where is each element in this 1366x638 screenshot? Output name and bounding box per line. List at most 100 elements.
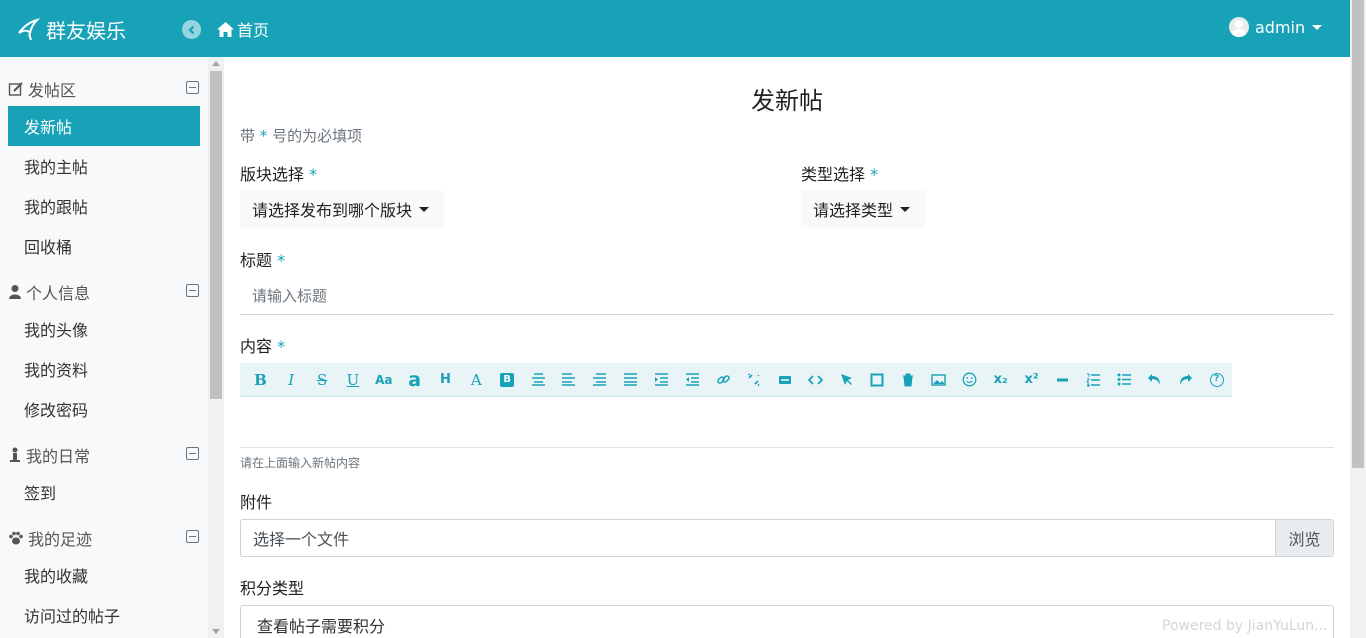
clear-format-icon[interactable] <box>893 367 924 393</box>
type-label: 类型选择 * <box>801 161 878 185</box>
edit-icon <box>8 82 23 96</box>
required-note: 带 * 号的为必填项 <box>240 125 362 146</box>
section-title: 我的日常 <box>26 447 91 466</box>
collapse-icon[interactable] <box>186 447 199 460</box>
italic-icon[interactable]: I <box>276 367 307 393</box>
user-menu[interactable]: admin <box>1229 17 1323 37</box>
section-title: 个人信息 <box>26 284 91 303</box>
sidebar-item-checkin[interactable]: 签到 <box>8 472 200 512</box>
home-icon <box>217 21 234 37</box>
type-select-value: 请选择类型 <box>813 201 894 220</box>
undo-icon[interactable] <box>1139 367 1170 393</box>
sidebar-section-profile[interactable]: 个人信息 <box>8 280 90 304</box>
scrollbar-thumb[interactable] <box>1352 0 1364 468</box>
sidebar-section-daily[interactable]: 我的日常 <box>8 443 90 467</box>
sidebar-item-recycle-bin[interactable]: 回收桶 <box>8 226 200 266</box>
page-scrollbar[interactable] <box>1350 0 1366 638</box>
background-color-icon[interactable]: B <box>492 367 523 393</box>
sidebar-item-profile[interactable]: 我的资料 <box>8 349 200 389</box>
collapse-icon[interactable] <box>186 530 199 543</box>
redo-icon[interactable] <box>1170 367 1201 393</box>
attachment-label: 附件 <box>240 493 273 512</box>
sidebar-item-avatar[interactable]: 我的头像 <box>8 309 200 349</box>
required-star: * <box>870 165 879 184</box>
font-color-icon[interactable]: A <box>461 367 492 393</box>
unlink-icon[interactable] <box>739 367 770 393</box>
board-select-value: 请选择发布到哪个版块 <box>252 201 413 220</box>
scroll-down-icon[interactable] <box>212 629 220 634</box>
align-left-icon[interactable] <box>553 367 584 393</box>
font-size-icon[interactable]: Aa <box>368 367 399 393</box>
heading-icon[interactable]: H <box>430 367 461 393</box>
required-star: * <box>277 337 286 356</box>
align-right-icon[interactable] <box>584 367 615 393</box>
help-glyph: ? <box>1209 372 1224 387</box>
sidebar-item-change-password[interactable]: 修改密码 <box>8 389 200 429</box>
image-icon[interactable] <box>924 367 955 393</box>
editor-area[interactable] <box>240 447 1334 448</box>
sidebar-toggle-button[interactable] <box>182 20 201 39</box>
superscript-icon[interactable]: x² <box>1016 367 1047 393</box>
code-icon[interactable] <box>800 367 831 393</box>
sidebar-item-new-post[interactable]: 发新帖 <box>8 106 200 146</box>
user-icon <box>9 285 21 299</box>
board-label: 版块选择 * <box>240 161 317 185</box>
sidebar-scrollbar[interactable] <box>208 57 224 638</box>
help-icon[interactable]: ? <box>1201 367 1232 393</box>
file-input[interactable]: 选择一个文件 浏览 <box>240 519 1334 557</box>
indent-icon[interactable] <box>646 367 677 393</box>
horizontal-rule-icon[interactable] <box>769 367 800 393</box>
subscript-icon[interactable]: x₂ <box>985 367 1016 393</box>
bold-icon[interactable]: B <box>245 367 276 393</box>
username: admin <box>1255 17 1306 37</box>
note-suffix: 号的为必填项 <box>272 127 363 145</box>
pointer-icon[interactable] <box>831 367 862 393</box>
watermark: Powered by JianYuLun... <box>1162 618 1328 634</box>
outdent-icon[interactable] <box>677 367 708 393</box>
caret-down-icon <box>900 206 911 212</box>
subject-label: 标题 * <box>240 247 285 271</box>
browse-button[interactable]: 浏览 <box>1275 520 1333 556</box>
emoji-icon[interactable] <box>954 367 985 393</box>
sidebar-item-my-replies[interactable]: 我的跟帖 <box>8 186 200 226</box>
caret-down-icon <box>419 206 430 212</box>
chevron-left-icon <box>187 25 194 34</box>
ordered-list-icon[interactable] <box>1078 367 1109 393</box>
scrollbar-thumb[interactable] <box>210 71 222 399</box>
logo-icon <box>18 17 41 41</box>
collapse-icon[interactable] <box>186 284 199 297</box>
content-help: 请在上面输入新帖内容 <box>240 456 361 470</box>
link-icon[interactable] <box>708 367 739 393</box>
sidebar-item-favorites[interactable]: 我的收藏 <box>8 555 200 595</box>
align-center-icon[interactable] <box>523 367 554 393</box>
home-link[interactable]: 首页 <box>216 17 269 41</box>
font-a-icon[interactable]: a <box>399 367 430 393</box>
note-prefix: 带 <box>240 127 256 145</box>
align-justify-icon[interactable] <box>615 367 646 393</box>
sidebar: 发帖区 发新帖 我的主帖 我的跟帖 回收桶 个人信息 我的头像 我的资料 修改密… <box>0 57 208 638</box>
board-select[interactable]: 请选择发布到哪个版块 <box>240 190 444 228</box>
content-label: 内容 * <box>240 333 285 357</box>
brand[interactable]: 群友娱乐 <box>16 13 126 45</box>
section-title: 我的足迹 <box>28 530 93 549</box>
brand-title: 群友娱乐 <box>46 18 126 43</box>
strikethrough-icon[interactable]: S <box>307 367 338 393</box>
required-star: * <box>277 251 286 270</box>
main-content: 发新帖 带 * 号的为必填项 版块选择 * 请选择发布到哪个版块 类型选择 * … <box>224 57 1350 638</box>
subject-label-text: 标题 <box>240 251 273 270</box>
paw-icon <box>9 531 23 545</box>
square-icon[interactable] <box>862 367 893 393</box>
collapse-icon[interactable] <box>186 81 199 94</box>
scroll-up-icon[interactable] <box>212 61 220 66</box>
type-select[interactable]: 请选择类型 <box>801 190 926 228</box>
subject-input[interactable]: 请输入标题 <box>240 277 1334 315</box>
person-standing-icon <box>10 447 20 462</box>
sidebar-section-footprints[interactable]: 我的足迹 <box>8 526 92 550</box>
required-star: * <box>309 165 318 184</box>
minus-icon[interactable] <box>1047 367 1078 393</box>
unordered-list-icon[interactable] <box>1109 367 1140 393</box>
sidebar-item-visited-posts[interactable]: 访问过的帖子 <box>8 595 200 635</box>
underline-icon[interactable]: U <box>338 367 369 393</box>
sidebar-item-my-posts[interactable]: 我的主帖 <box>8 146 200 186</box>
sidebar-section-posting[interactable]: 发帖区 <box>8 77 76 101</box>
